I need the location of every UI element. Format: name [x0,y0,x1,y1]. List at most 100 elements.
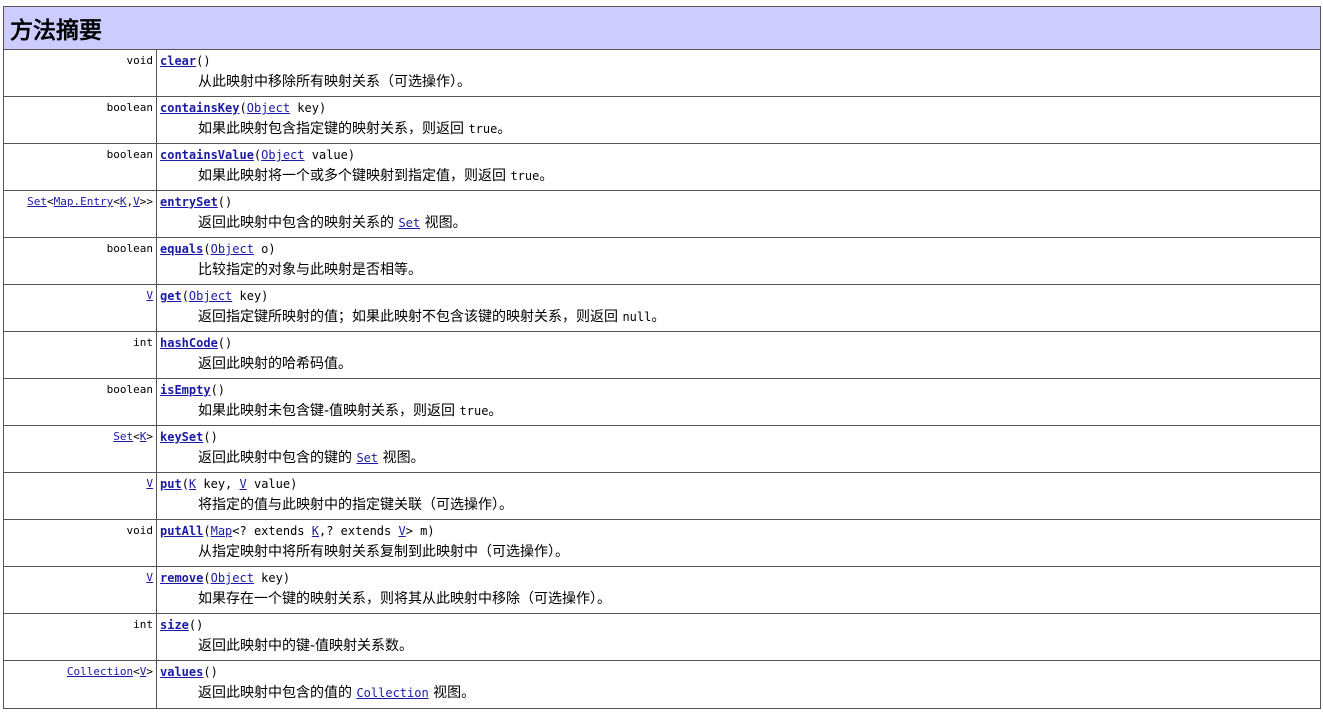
table-row: boolean equals(Object o) 比较指定的对象与此映射是否相等。 [4,238,1320,285]
return-type-text: int [133,618,153,631]
method-description: 从此映射中移除所有映射关系（可选操作）。 [160,74,1320,90]
table-row: Set<K> keySet() 返回此映射中包含的键的 Set 视图。 [4,426,1320,473]
desc-text: 返回此映射中包含的值的 [198,685,357,701]
method-description: 返回此映射的哈希码值。 [160,356,1320,372]
table-row: int size() 返回此映射中的键-值映射关系数。 [4,614,1320,661]
desc-text: 。 [651,309,666,325]
method-signature: putAll(Map<? extends K,? extends V> m) [160,524,1320,538]
return-type-cell: boolean [4,238,157,284]
method-cell: isEmpty() 如果此映射未包含键-值映射关系，则返回 true。 [157,379,1320,425]
method-signature: hashCode() [160,336,1320,350]
type-link[interactable]: Object [211,571,254,585]
method-name-link[interactable]: containsKey [160,101,239,115]
desc-text: 如果存在一个键的映射关系，则将其从此映射中移除（可选操作）。 [198,591,611,607]
method-description: 如果存在一个键的映射关系，则将其从此映射中移除（可选操作）。 [160,591,1320,607]
sig-text: () [210,383,226,397]
method-name-link[interactable]: entrySet [160,195,218,209]
table-header: 方法摘要 [4,7,1320,50]
method-signature: get(Object key) [160,289,1320,303]
sig-text: ( [203,242,211,256]
type-link[interactable]: K [312,524,319,538]
sig-text: () [188,618,204,632]
type-link[interactable]: V [240,477,247,491]
sig-text: key) [232,289,269,303]
method-name-link[interactable]: get [160,289,182,303]
table-row: int hashCode() 返回此映射的哈希码值。 [4,332,1320,379]
desc-text: 从此映射中移除所有映射关系（可选操作）。 [198,74,471,90]
type-link[interactable]: Collection [67,665,133,678]
method-name-link[interactable]: equals [160,242,203,256]
table-row: Vget(Object key) 返回指定键所映射的值；如果此映射不包含该键的映射… [4,285,1320,332]
method-name-link[interactable]: size [160,618,189,632]
table-row: void putAll(Map<? extends K,? extends V> … [4,520,1320,567]
desc-text: 从指定映射中将所有映射关系复制到此映射中（可选操作）。 [198,544,569,560]
return-type-cell: Collection<V> [4,661,157,708]
type-link[interactable]: V [398,524,405,538]
table-row: Collection<V> values() 返回此映射中包含的值的 Collect… [4,661,1320,708]
type-link[interactable]: V [146,571,153,584]
method-name-link[interactable]: remove [160,571,203,585]
desc-text: 返回此映射中包含的键的 [198,450,357,466]
desc-text: 如果此映射包含指定键的映射关系，则返回 [198,121,469,137]
return-type-cell: void [4,520,157,566]
desc-text: 返回此映射的哈希码值。 [198,356,352,372]
method-name-link[interactable]: hashCode [160,336,218,350]
method-name-link[interactable]: isEmpty [160,383,211,397]
method-signature: containsValue(Object value) [160,148,1320,162]
sig-text: () [203,665,218,679]
sig-text: key, [196,477,240,491]
method-summary-table: 方法摘要 void clear () 从此映射中移除所有映射关系（可选操作）。 bool… [3,6,1321,709]
desc-text: 视图。 [378,450,425,466]
table-row: Vremove(Object key) 如果存在一个键的映射关系，则将其从此映射中… [4,567,1320,614]
sig-text: () [217,336,233,350]
table-row: boolean containsKey(Object key) 如果此映射包含指定键… [4,97,1320,144]
return-type-cell: boolean [4,97,157,143]
return-type-text: void [126,54,154,67]
return-type-text: boolean [106,242,153,255]
method-name-link[interactable]: put [160,477,182,491]
method-cell: containsKey(Object key) 如果此映射包含指定键的映射关系，则… [157,97,1320,143]
method-name-link[interactable]: putAll [160,524,203,538]
sig-text: () [217,195,233,209]
method-name-link[interactable]: clear [160,54,196,68]
type-link[interactable]: Map [211,524,233,538]
type-link[interactable]: Collection [356,686,428,700]
method-name-link[interactable]: values [160,665,203,679]
method-signature: put(K key, V value) [160,477,1320,491]
method-description: 从指定映射中将所有映射关系复制到此映射中（可选操作）。 [160,544,1320,560]
return-type-cell: V [4,567,157,613]
desc-text: 将指定的值与此映射中的指定键关联（可选操作）。 [198,497,513,513]
type-link[interactable]: Set [27,195,47,208]
type-link[interactable]: V [146,289,153,302]
sig-text: () [203,430,218,444]
method-signature: containsKey(Object key) [160,101,1320,115]
method-description: 比较指定的对象与此映射是否相等。 [160,262,1320,278]
sig-text: ( [203,571,211,585]
sig-text: value) [246,477,298,491]
type-link[interactable]: Object [261,148,304,162]
return-type-text: < [47,195,54,208]
type-link[interactable]: V [133,195,140,208]
sig-text: ( [203,524,211,538]
method-name-link[interactable]: containsValue [160,148,254,162]
type-link[interactable]: V [146,477,153,490]
table-row: boolean containsValue(Object value) 如果此映射将… [4,144,1320,191]
return-type-cell: V [4,285,157,331]
type-link[interactable]: Object [247,101,290,115]
type-link[interactable]: Map.Entry [54,195,114,208]
type-link[interactable]: Set [398,216,420,230]
return-type-text: >> [139,195,153,208]
return-type-cell: int [4,332,157,378]
method-name-link[interactable]: keySet [160,430,203,444]
method-signature: remove(Object key) [160,571,1320,585]
type-link[interactable]: Object [189,289,232,303]
type-link[interactable]: Set [356,451,378,465]
method-description: 返回此映射中的键-值映射关系数。 [160,638,1320,654]
type-link[interactable]: Object [211,242,254,256]
return-type-text: boolean [106,383,153,396]
desc-text: true [510,169,540,183]
desc-text: 视图。 [420,215,467,231]
type-link[interactable]: K [120,195,127,208]
type-link[interactable]: Set [113,430,133,443]
method-cell: hashCode() 返回此映射的哈希码值。 [157,332,1320,378]
